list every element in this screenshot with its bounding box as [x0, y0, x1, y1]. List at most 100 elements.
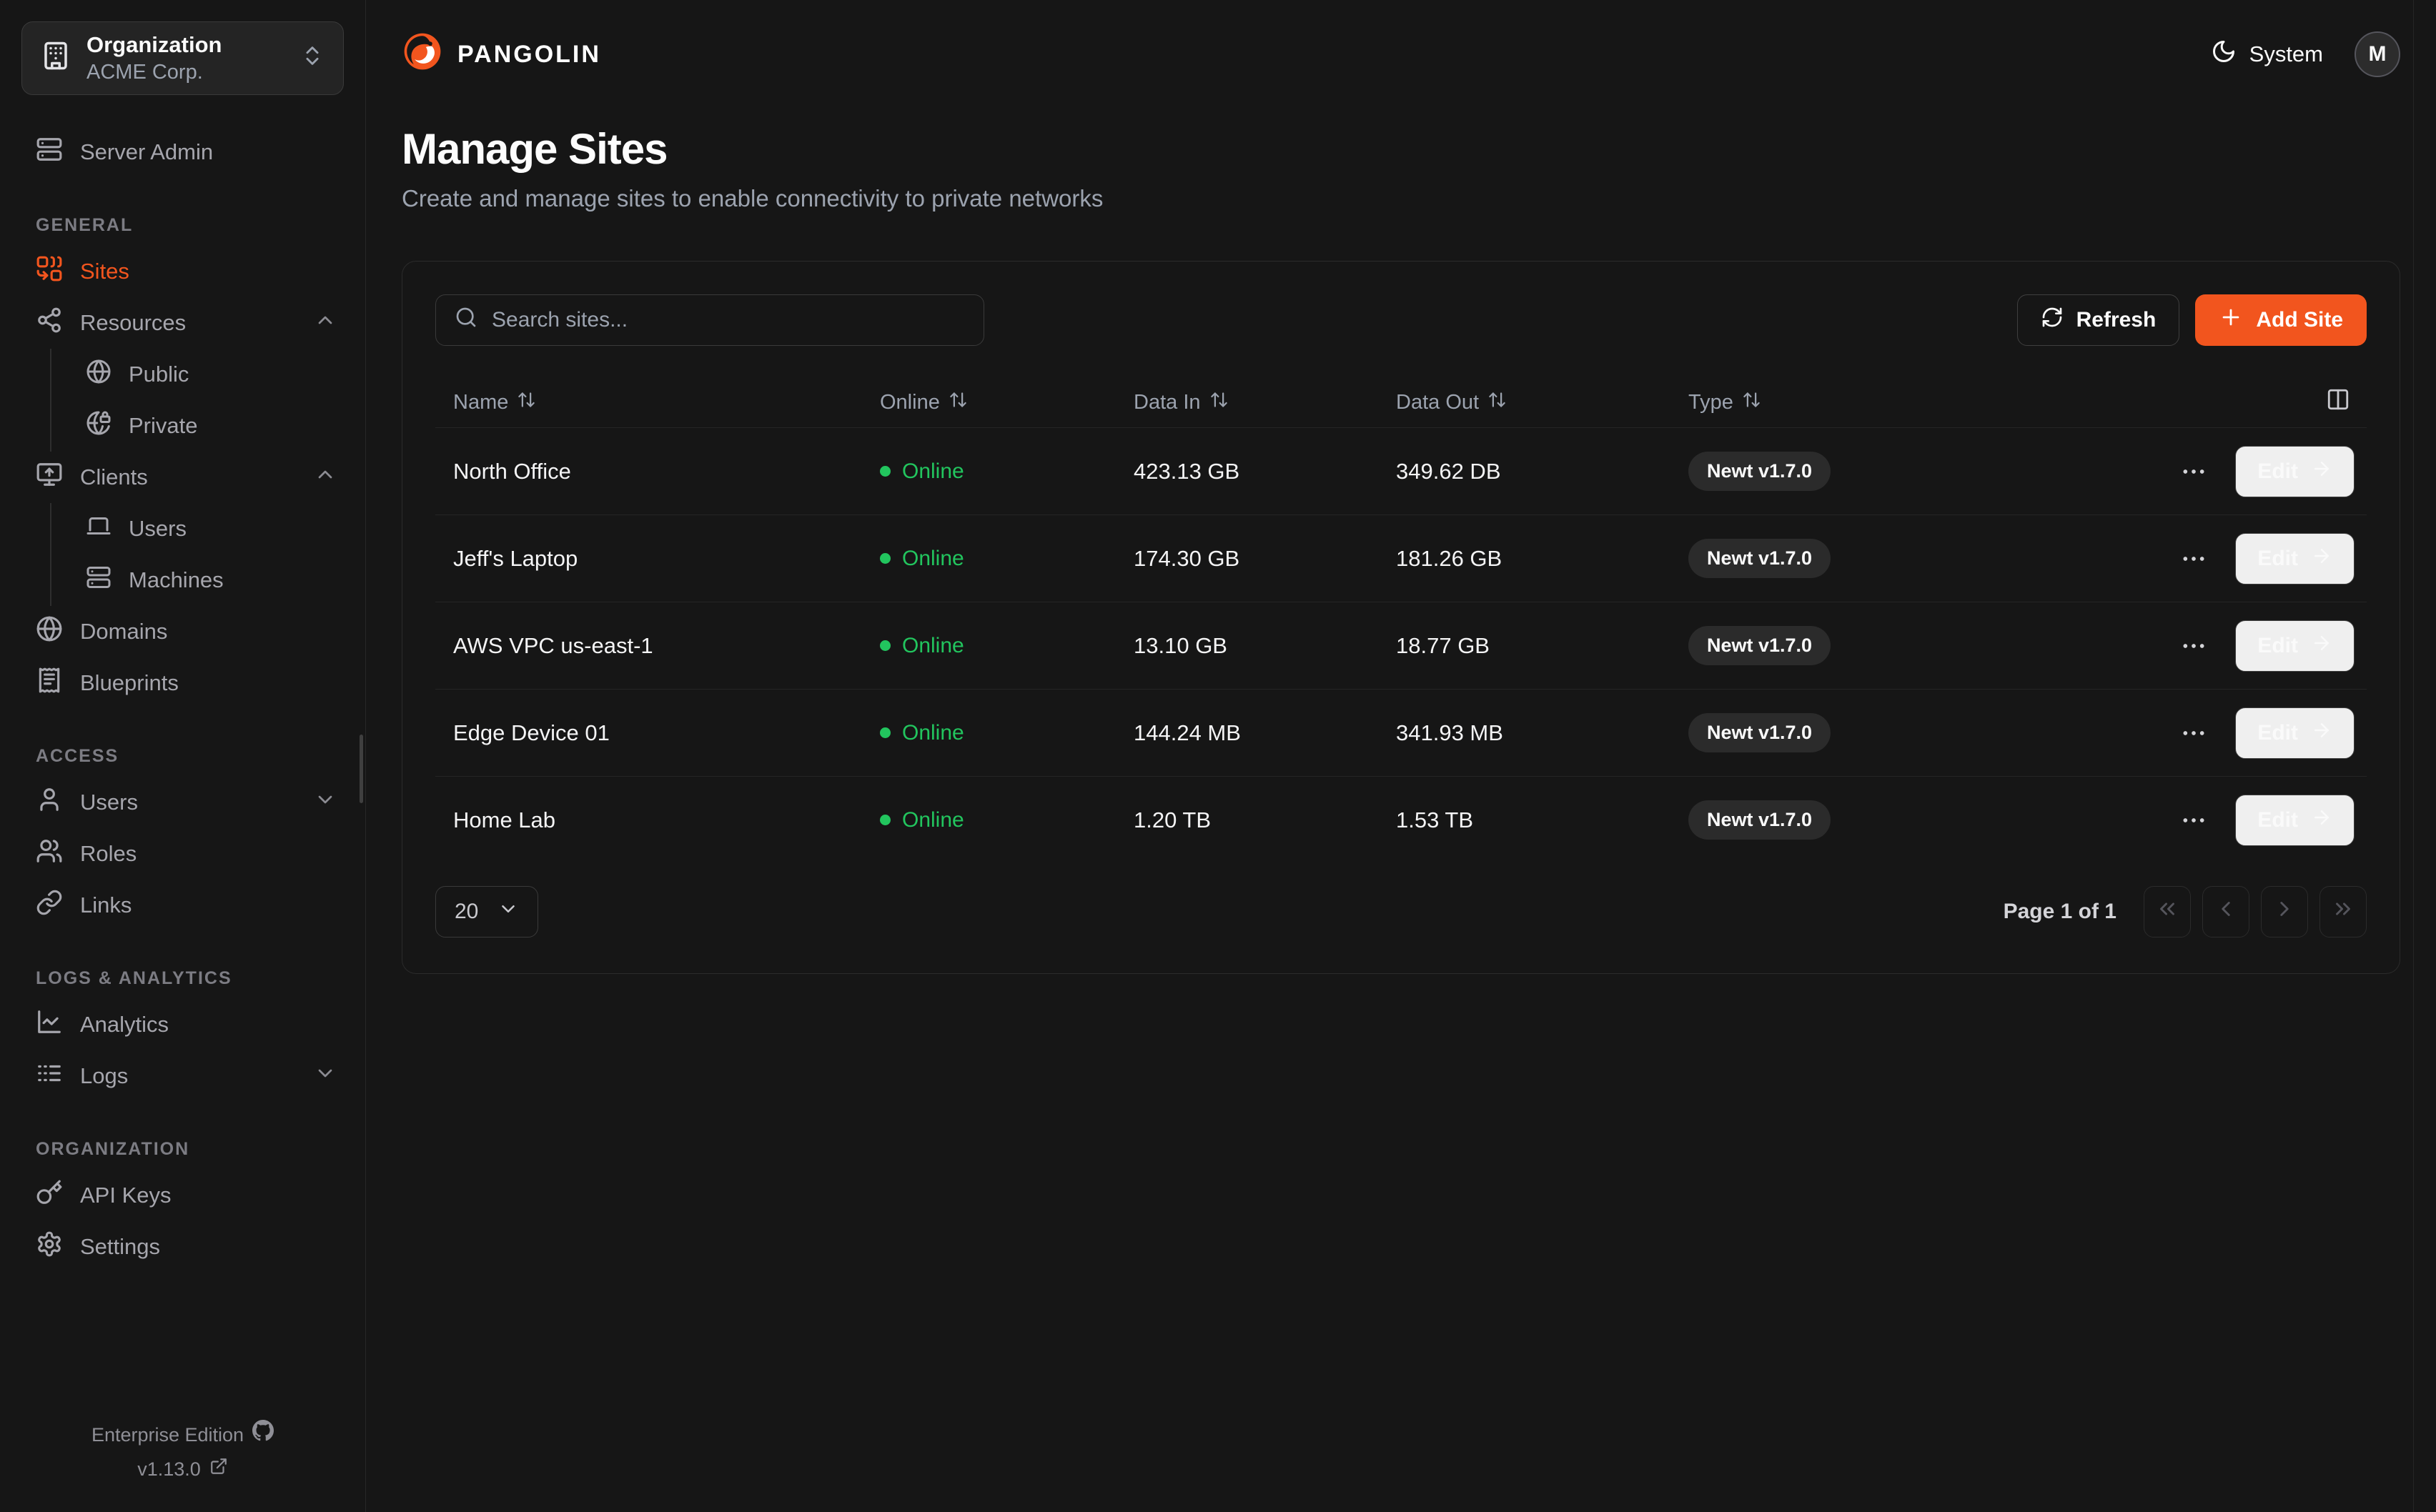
ellipsis-icon[interactable]	[2179, 544, 2208, 573]
edit-button[interactable]: Edit	[2235, 620, 2355, 672]
sidebar-item-label: Settings	[80, 1234, 160, 1260]
site-data-in: 144.24 MB	[1116, 720, 1378, 746]
sidebar-item-machines[interactable]: Machines	[86, 554, 337, 606]
edit-button[interactable]: Edit	[2235, 707, 2355, 759]
sort-icon	[517, 390, 536, 415]
site-type: Newt v1.7.0	[1670, 713, 2067, 752]
site-data-out: 1.53 TB	[1378, 807, 1670, 833]
sidebar-item-roles[interactable]: Roles	[36, 828, 337, 880]
sidebar-item-label: Resources	[80, 310, 186, 336]
main-content: PANGOLIN System M Manage Sites Create an…	[366, 0, 2436, 1512]
ellipsis-icon[interactable]	[2179, 457, 2208, 486]
online-dot	[880, 640, 891, 651]
row-actions: Edit	[2067, 795, 2367, 846]
sidebar-item-clients[interactable]: Clients	[36, 452, 337, 503]
type-badge: Newt v1.7.0	[1688, 800, 1831, 840]
chevron-down-icon[interactable]	[314, 1062, 337, 1090]
table-row: AWS VPC us-east-1 Online 13.10 GB 18.77 …	[435, 602, 2367, 689]
site-name: Home Lab	[435, 807, 862, 833]
sidebar-scrollbar-thumb[interactable]	[360, 735, 363, 803]
key-icon	[36, 1179, 63, 1212]
column-header-type[interactable]: Type	[1670, 390, 2067, 415]
brand-logo: PANGOLIN	[402, 31, 601, 78]
sidebar-item-resources[interactable]: Resources	[36, 297, 337, 349]
refresh-button[interactable]: Refresh	[2017, 294, 2180, 346]
edit-button[interactable]: Edit	[2235, 533, 2355, 585]
page-size-select[interactable]: 20	[435, 886, 538, 937]
column-header-data-out[interactable]: Data Out	[1378, 390, 1670, 415]
ellipsis-icon[interactable]	[2179, 806, 2208, 835]
site-type: Newt v1.7.0	[1670, 626, 2067, 665]
sidebar-item-links[interactable]: Links	[36, 880, 337, 931]
edit-button[interactable]: Edit	[2235, 795, 2355, 846]
column-header-name[interactable]: Name	[435, 390, 862, 415]
online-dot	[880, 727, 891, 738]
theme-label: System	[2249, 41, 2323, 67]
site-name: Jeff's Laptop	[435, 546, 862, 572]
site-type: Newt v1.7.0	[1670, 539, 2067, 578]
page-size-value: 20	[455, 900, 478, 924]
add-site-button[interactable]: Add Site	[2195, 294, 2367, 346]
gear-icon	[36, 1230, 63, 1263]
chevron-up-icon[interactable]	[314, 309, 337, 337]
sidebar-item-sites[interactable]: Sites	[36, 246, 337, 297]
pangolin-logo	[402, 31, 443, 78]
chevron-left-icon	[2214, 897, 2238, 927]
sidebar-item-logs[interactable]: Logs	[36, 1050, 337, 1102]
online-dot	[880, 553, 891, 564]
columns-icon	[2326, 387, 2350, 417]
link-icon	[36, 889, 63, 922]
sidebar-item-blueprints[interactable]: Blueprints	[36, 657, 337, 709]
column-header-online[interactable]: Online	[862, 390, 1116, 415]
sites-table: Name Online Data In Data Out Type	[435, 377, 2367, 863]
sidebar-nav: Server Admin GENERAL Sites Resources Pub…	[0, 95, 365, 1418]
sites-toolbar: Refresh Add Site	[435, 294, 2367, 346]
arrow-right-icon	[2311, 720, 2332, 747]
sidebar-item-api-keys[interactable]: API Keys	[36, 1170, 337, 1221]
logs-icon	[36, 1060, 63, 1093]
sidebar-item-label: Machines	[129, 567, 224, 593]
column-header-data-in[interactable]: Data In	[1116, 390, 1378, 415]
sidebar-item-domains[interactable]: Domains	[36, 606, 337, 657]
sidebar-item-label: Blueprints	[80, 670, 179, 696]
external-link-icon[interactable]	[209, 1452, 228, 1486]
type-badge: Newt v1.7.0	[1688, 626, 1831, 665]
site-name: AWS VPC us-east-1	[435, 633, 862, 659]
site-data-out: 349.62 DB	[1378, 459, 1670, 484]
page-info: Page 1 of 1	[2004, 900, 2116, 924]
section-label-organization: ORGANIZATION	[36, 1139, 337, 1160]
sidebar-item-client-users[interactable]: Users	[86, 503, 337, 554]
ellipsis-icon[interactable]	[2179, 719, 2208, 747]
prev-page-button[interactable]	[2202, 886, 2249, 937]
table-header-row: Name Online Data In Data Out Type	[435, 377, 2367, 427]
sidebar-item-server-admin[interactable]: Server Admin	[36, 126, 337, 178]
sidebar-item-public[interactable]: Public	[86, 349, 337, 400]
theme-toggle[interactable]: System	[2211, 39, 2323, 70]
site-data-out: 181.26 GB	[1378, 546, 1670, 572]
first-page-button[interactable]	[2144, 886, 2191, 937]
next-page-button[interactable]	[2261, 886, 2308, 937]
chevron-down-icon[interactable]	[314, 788, 337, 817]
page-subtitle: Create and manage sites to enable connec…	[402, 185, 2400, 212]
site-data-in: 174.30 GB	[1116, 546, 1378, 572]
globe-lock-icon	[86, 410, 112, 442]
site-status: Online	[862, 634, 1116, 658]
last-page-button[interactable]	[2319, 886, 2367, 937]
column-settings-button[interactable]	[2067, 387, 2367, 417]
chevron-up-icon[interactable]	[314, 463, 337, 492]
ellipsis-icon[interactable]	[2179, 632, 2208, 660]
search-input[interactable]	[492, 308, 965, 332]
topbar: PANGOLIN System M	[366, 0, 2436, 109]
sidebar-item-analytics[interactable]: Analytics	[36, 999, 337, 1050]
edit-button[interactable]: Edit	[2235, 446, 2355, 497]
site-data-in: 423.13 GB	[1116, 459, 1378, 484]
github-icon[interactable]	[252, 1418, 274, 1452]
avatar[interactable]: M	[2355, 31, 2400, 77]
sidebar-item-settings[interactable]: Settings	[36, 1221, 337, 1273]
sidebar-item-users[interactable]: Users	[36, 777, 337, 828]
sort-icon	[1742, 390, 1761, 415]
chevron-right-icon	[2272, 897, 2297, 927]
org-switcher[interactable]: Organization ACME Corp.	[21, 21, 344, 95]
sidebar-item-private[interactable]: Private	[86, 400, 337, 452]
row-actions: Edit	[2067, 620, 2367, 672]
